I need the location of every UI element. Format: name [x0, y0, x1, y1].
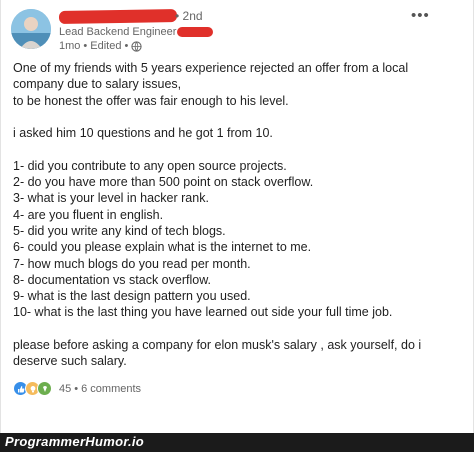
meta-separator: • — [124, 40, 129, 52]
more-options-button[interactable]: ••• — [411, 7, 430, 24]
meta-separator: • — [83, 40, 88, 52]
social-counts[interactable]: 45 • 6 comments — [13, 381, 141, 396]
post-text-line: to be honest the offer was fair enough t… — [13, 93, 289, 108]
author-headline: Lead Backend Engineer at — [59, 26, 189, 38]
post-text-line: please before asking a company for elon … — [13, 338, 422, 353]
post-meta: 1mo • Edited • — [59, 40, 142, 52]
post-text-line: 5- did you write any kind of tech blogs. — [13, 223, 226, 238]
counts[interactable]: 45 • 6 comments — [59, 383, 141, 395]
post-text-line: 4- are you fluent in english. — [13, 207, 164, 222]
post-text-line: 9- what is the last design pattern you u… — [13, 289, 251, 304]
watermark-bar: ProgrammerHumor.io — [0, 433, 474, 452]
post-card: • 2nd Lead Backend Engineer at 1mo • Edi… — [0, 0, 474, 452]
reaction-count[interactable]: 45 — [59, 383, 71, 395]
post-text-line: 1- did you contribute to any open source… — [13, 158, 287, 173]
company-redacted — [177, 27, 213, 37]
edited-label: Edited — [90, 40, 122, 52]
avatar-image — [11, 9, 51, 49]
post-text-line: i asked him 10 questions and he got 1 fr… — [13, 126, 273, 141]
watermark-text: ProgrammerHumor.io — [5, 434, 145, 449]
celebrate-icon — [37, 381, 52, 396]
post-time: 1mo — [59, 40, 81, 52]
avatar[interactable] — [11, 9, 51, 49]
connection-degree: • 2nd — [175, 9, 203, 23]
post-text-line: 6- could you please explain what is the … — [13, 240, 312, 255]
post-text-line: 8- documentation vs stack overflow. — [13, 272, 212, 287]
comment-count[interactable]: 6 comments — [81, 383, 141, 395]
post-text-line: 2- do you have more than 500 point on st… — [13, 175, 314, 190]
counts-separator: • — [74, 382, 79, 395]
reaction-icons[interactable] — [13, 381, 52, 396]
post-text-line: 10- what is the last thing you have lear… — [13, 305, 393, 320]
post-text-line: deserve such salary. — [13, 354, 127, 369]
post-text-line: 3- what is your level in hacker rank. — [13, 191, 209, 206]
post-text-line: company due to salary issues, — [13, 77, 182, 92]
author-name-redacted[interactable] — [58, 8, 178, 25]
globe-icon — [131, 40, 142, 52]
post-body: One of my friends with 5 years experienc… — [13, 60, 463, 370]
post-text-line: One of my friends with 5 years experienc… — [13, 61, 409, 75]
post-text-line: 7- how much blogs do you read per month. — [13, 256, 251, 271]
